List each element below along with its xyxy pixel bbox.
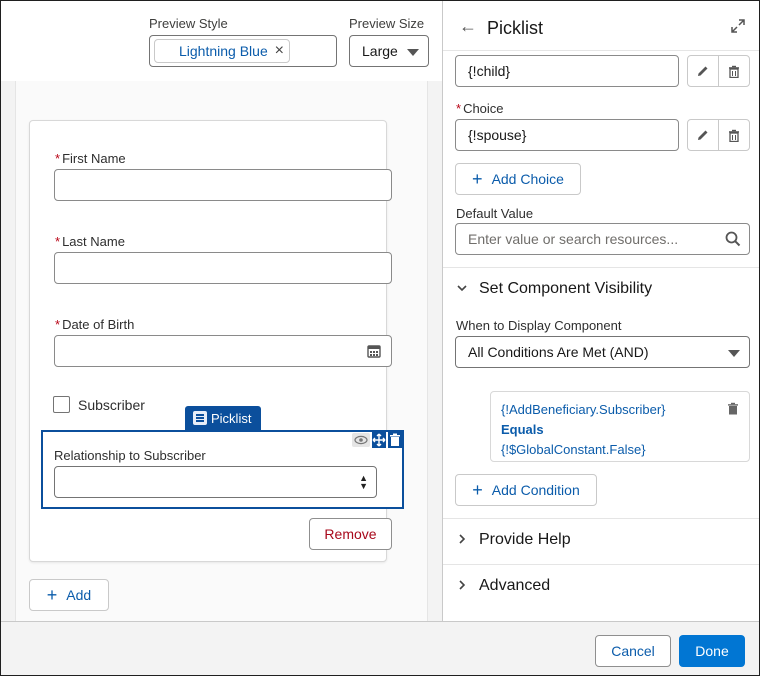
- provide-help-section[interactable]: Provide Help: [443, 518, 759, 564]
- picklist-icon: [193, 411, 207, 425]
- pencil-icon: [698, 130, 708, 140]
- remove-button[interactable]: Remove: [309, 518, 392, 550]
- default-value-input[interactable]: Enter value or search resources...: [455, 223, 750, 255]
- required-marker: *: [55, 234, 61, 249]
- edit-choice-2-button[interactable]: [687, 119, 719, 151]
- last-name-input[interactable]: [54, 252, 392, 284]
- picklist-component-tab[interactable]: Picklist: [185, 406, 261, 430]
- advanced-section[interactable]: Advanced: [443, 564, 759, 610]
- relationship-select[interactable]: ▲ ▼: [54, 466, 377, 498]
- up-down-icon: ▲ ▼: [359, 473, 368, 491]
- when-to-display-select[interactable]: All Conditions Are Met (AND): [455, 336, 750, 368]
- subscriber-checkbox[interactable]: [53, 396, 70, 413]
- date-of-birth-input[interactable]: [54, 335, 392, 367]
- preview-size-select[interactable]: Large: [349, 35, 429, 67]
- choice-2-value: {!spouse}: [468, 127, 527, 143]
- add-choice-label: Add Choice: [491, 171, 564, 187]
- plus-icon: +: [46, 585, 58, 605]
- preview-style-field[interactable]: Lightning Blue ×: [149, 35, 337, 67]
- choice-1-input[interactable]: {!child}: [455, 55, 679, 87]
- delete-choice-2-button[interactable]: [718, 119, 750, 151]
- panel-title: Picklist: [487, 18, 544, 38]
- first-name-label-text: First Name: [62, 151, 126, 166]
- done-button[interactable]: Done: [679, 635, 745, 667]
- delete-component-icon[interactable]: [388, 432, 402, 448]
- default-value-label: Default Value: [456, 206, 534, 221]
- first-name-label: * First Name: [55, 151, 126, 166]
- add-condition-label: Add Condition: [491, 482, 580, 498]
- back-arrow-icon[interactable]: ←: [459, 17, 477, 35]
- relationship-label: Relationship to Subscriber: [54, 448, 206, 463]
- date-of-birth-label: * Date of Birth: [55, 317, 134, 332]
- selected-picklist-component[interactable]: Relationship to Subscriber ▲ ▼: [41, 430, 404, 509]
- expand-icon[interactable]: [731, 19, 745, 33]
- chevron-down-icon: [728, 350, 740, 357]
- trash-icon[interactable]: [727, 402, 739, 415]
- condition-resource[interactable]: {!AddBeneficiary.Subscriber}: [501, 400, 739, 420]
- chevron-right-icon: [459, 580, 466, 590]
- plus-icon: +: [472, 169, 483, 189]
- choice-1-value: {!child}: [468, 63, 511, 79]
- preview-style-label: Preview Style: [149, 16, 228, 31]
- chevron-right-icon: [459, 534, 466, 544]
- preview-style-value: Lightning Blue: [179, 43, 268, 59]
- condition-operator[interactable]: Equals: [501, 420, 739, 440]
- component-toolbar: [352, 432, 402, 448]
- panel-header: ← Picklist: [443, 1, 759, 51]
- when-to-display-value: All Conditions Are Met (AND): [468, 344, 649, 360]
- preview-toolbar: Preview Style Lightning Blue × Preview S…: [1, 1, 442, 81]
- remove-pill-icon[interactable]: ×: [275, 42, 284, 60]
- provide-help-title: Provide Help: [479, 531, 571, 548]
- advanced-title: Advanced: [479, 577, 551, 594]
- required-marker: *: [456, 101, 462, 116]
- preview-style-pill[interactable]: Lightning Blue ×: [154, 39, 290, 63]
- preview-size-label: Preview Size: [349, 16, 425, 31]
- trash-icon: [729, 65, 739, 78]
- add-button-label: Add: [66, 587, 92, 603]
- choice-label-text: Choice: [463, 101, 504, 116]
- required-marker: *: [55, 151, 61, 166]
- picklist-tab-label: Picklist: [211, 410, 252, 426]
- move-icon[interactable]: [372, 432, 386, 448]
- default-value-placeholder: Enter value or search resources...: [468, 231, 679, 247]
- plus-icon: +: [472, 480, 483, 500]
- visibility-condition-card[interactable]: {!AddBeneficiary.Subscriber} Equals {!$G…: [490, 391, 750, 462]
- last-name-label: * Last Name: [55, 234, 125, 249]
- when-to-display-label: When to Display Component: [456, 318, 622, 333]
- delete-choice-1-button[interactable]: [718, 55, 750, 87]
- add-condition-button[interactable]: + Add Condition: [455, 474, 597, 506]
- properties-panel: ← Picklist {!child} * Choice {!spouse} + …: [442, 1, 759, 621]
- visibility-eye-icon[interactable]: [352, 433, 370, 447]
- trash-icon: [729, 129, 739, 142]
- chevron-down-icon: [457, 285, 467, 292]
- preview-canvas: Preview Style Lightning Blue × Preview S…: [1, 1, 442, 621]
- search-icon[interactable]: [725, 231, 741, 247]
- footer-bar: Cancel Done: [1, 621, 759, 675]
- pencil-icon: [698, 66, 708, 76]
- add-button[interactable]: + Add: [29, 579, 109, 611]
- set-component-visibility-section[interactable]: Set Component Visibility: [443, 267, 759, 313]
- calendar-icon[interactable]: [367, 344, 381, 358]
- choice-label: * Choice: [456, 101, 504, 116]
- required-marker: *: [55, 317, 61, 332]
- date-of-birth-label-text: Date of Birth: [62, 317, 135, 332]
- edit-choice-1-button[interactable]: [687, 55, 719, 87]
- subscriber-label: Subscriber: [78, 397, 145, 413]
- condition-value[interactable]: {!$GlobalConstant.False}: [501, 440, 739, 460]
- preview-size-value: Large: [362, 43, 398, 59]
- cancel-button[interactable]: Cancel: [595, 635, 671, 667]
- add-choice-button[interactable]: + Add Choice: [455, 163, 581, 195]
- choice-2-input[interactable]: {!spouse}: [455, 119, 679, 151]
- chevron-down-icon: [407, 49, 419, 56]
- screen-flow-builder: Preview Style Lightning Blue × Preview S…: [0, 0, 760, 676]
- first-name-input[interactable]: [54, 169, 392, 201]
- visibility-section-title: Set Component Visibility: [479, 280, 653, 297]
- last-name-label-text: Last Name: [62, 234, 125, 249]
